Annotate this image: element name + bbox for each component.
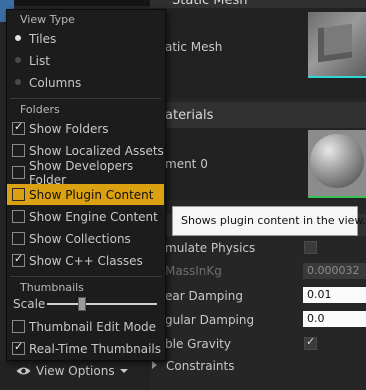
show-plugin-content-label: Show Plugin Content [29,187,154,202]
eye-icon [16,367,31,375]
radio-icon [15,79,21,85]
materials-title: aterials [165,108,214,123]
static-mesh-header-text: Static Mesh [172,0,248,8]
checkbox[interactable] [12,188,25,201]
angular-damping-label: gular Damping [165,313,255,327]
checkbox-checked[interactable] [12,120,25,135]
material-thumbnail[interactable] [308,130,366,198]
thumbnail-scale-slider[interactable]: Scale [7,295,164,315]
checkbox[interactable] [12,166,25,179]
static-mesh-label: atic Mesh [165,40,223,54]
simulate-physics-checkbox[interactable] [304,241,317,254]
cube-preview [318,23,352,63]
simulate-physics-label: mulate Physics [165,241,256,255]
static-mesh-thumbnail[interactable] [308,12,366,78]
angular-damping-field[interactable]: 0.0 [303,311,366,327]
checkbox[interactable] [12,144,25,157]
show-folders-item[interactable]: Show Folders [7,118,164,139]
mass-field[interactable]: 0.000032 [303,263,366,279]
checkbox[interactable] [12,320,25,333]
divider [10,276,161,277]
thumbnail-edit-mode-item[interactable]: Thumbnail Edit Mode [7,316,164,337]
sphere-preview [310,134,364,188]
slider-thumb[interactable] [77,297,86,311]
view-type-tiles[interactable]: Tiles [7,28,164,49]
divider [10,98,161,99]
radio-selected-icon [15,35,21,41]
view-type-tiles-label: Tiles [29,31,57,46]
slider-track[interactable] [47,303,157,305]
thumbnail-edit-mode-label: Thumbnail Edit Mode [29,319,157,334]
show-collections-item[interactable]: Show Collections [7,228,164,249]
scale-label: Scale [13,297,46,311]
checkbox-checked[interactable] [12,252,25,267]
show-engine-content-label: Show Engine Content [29,209,158,224]
checkbox[interactable] [12,210,25,223]
view-options-label: View Options [36,364,115,378]
checkbox-checked[interactable] [12,340,25,355]
view-options-button[interactable]: View Options [16,364,128,378]
view-type-columns-label: Columns [29,75,82,90]
show-localized-assets-label: Show Localized Assets [29,143,164,158]
view-type-list-label: List [29,53,50,68]
linear-damping-field[interactable]: 0.01 [303,287,366,303]
view-options-menu: View Type Tiles List Columns Folders Sho… [6,9,166,361]
mass-label: MassInKg [165,264,222,278]
enable-gravity-label: ble Gravity [165,337,231,351]
view-type-columns[interactable]: Columns [7,72,164,93]
linear-damping-label: ear Damping [165,289,243,303]
real-time-thumbnails-label: Real-Time Thumbnails [29,341,162,356]
radio-icon [15,57,21,63]
view-type-section-title: View Type [20,13,75,26]
show-collections-label: Show Collections [29,231,131,246]
constraints-label: Constraints [166,359,235,373]
folders-section-title: Folders [20,103,60,116]
chevron-down-icon [119,369,128,373]
view-type-list[interactable]: List [7,50,164,71]
expand-arrow-icon[interactable] [152,361,157,369]
thumbnails-section-title: Thumbnails [20,281,84,294]
show-developers-folder-label: Show Developers Folder [29,158,134,187]
element-label: ment 0 [165,157,208,171]
real-time-thumbnails-item[interactable]: Real-Time Thumbnails [7,338,164,359]
show-folders-label: Show Folders [29,121,109,136]
enable-gravity-checkbox[interactable] [304,335,317,350]
show-plugin-content-item[interactable]: Show Plugin Content [7,184,164,205]
show-engine-content-item[interactable]: Show Engine Content [7,206,164,227]
show-developers-folder-item[interactable]: Show Developers Folder [7,159,164,187]
checkbox[interactable] [12,232,25,245]
plugin-content-tooltip: Shows plugin content in the view. [172,206,366,236]
show-cpp-classes-item[interactable]: Show C++ Classes [7,250,164,271]
show-cpp-classes-label: Show C++ Classes [29,253,143,268]
